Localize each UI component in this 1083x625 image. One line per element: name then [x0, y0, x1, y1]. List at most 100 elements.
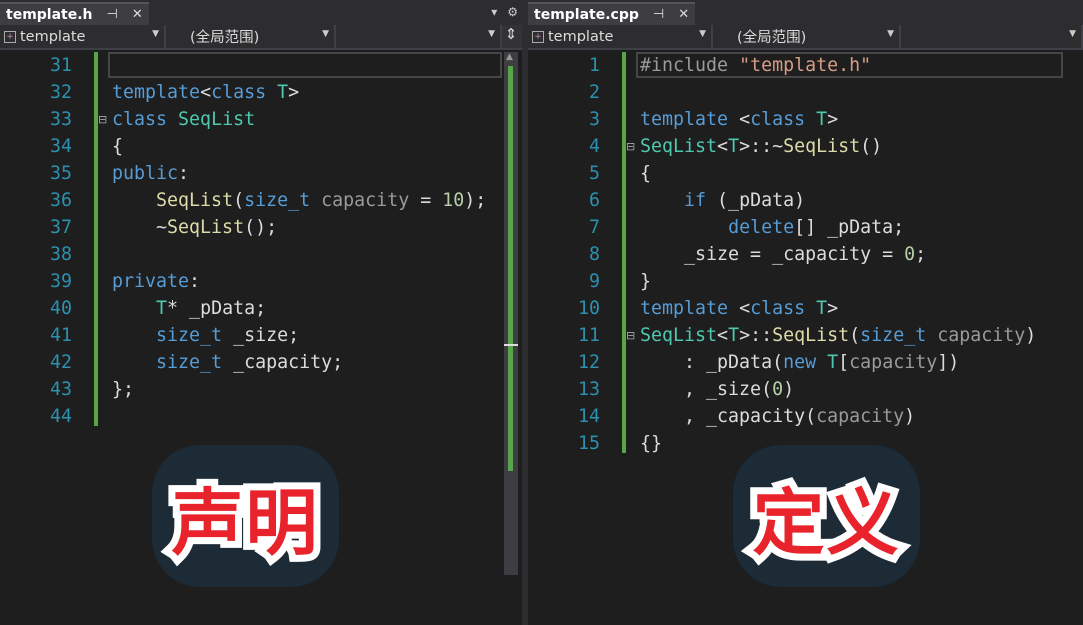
- code-token: [] _pData;: [794, 217, 905, 238]
- code-token: size_t: [244, 190, 311, 211]
- code-token: ~: [112, 217, 168, 238]
- code-token: private: [112, 271, 190, 292]
- close-icon[interactable]: ✕: [678, 7, 689, 22]
- code-text: private:: [112, 268, 200, 295]
- vertical-scrollbar[interactable]: ▲: [504, 52, 518, 575]
- code-text: SeqList<T>::SeqList(size_t capacity): [640, 322, 1036, 349]
- code-text: SeqList<T>::~SeqList(): [640, 133, 882, 160]
- code-token: [: [838, 352, 850, 373]
- code-line: 41 size_t _size;: [0, 322, 522, 349]
- definition-badge: 定义: [733, 445, 920, 587]
- navigation-bar: + template ▼ (全局范围) ▼ ▼ ⇕: [0, 25, 522, 50]
- code-token: >: [827, 109, 839, 130]
- code-text: , _capacity(capacity): [640, 403, 915, 430]
- code-token: ();: [244, 217, 278, 238]
- line-number: 35: [49, 163, 72, 184]
- member-dropdown[interactable]: ▼: [336, 25, 502, 48]
- code-text: #include "template.h": [640, 52, 871, 79]
- code-token: capacity: [816, 406, 905, 427]
- code-text: _size = _capacity = 0;: [640, 241, 926, 268]
- code-line: 4 ⊟ SeqList<T>::~SeqList(): [528, 133, 1083, 160]
- code-token: SeqList: [167, 217, 245, 238]
- code-token: : _pData(: [640, 352, 784, 373]
- code-token: template: [112, 82, 201, 103]
- code-token: (): [860, 136, 883, 157]
- code-token: ): [783, 379, 795, 400]
- code-text: delete[] _pData;: [640, 214, 904, 241]
- chevron-down-icon: ▼: [322, 29, 329, 39]
- code-token: _capacity;: [222, 352, 344, 373]
- dropdown-value: (全局范围): [737, 30, 807, 46]
- scope-dropdown[interactable]: (全局范围) ▼: [713, 25, 901, 48]
- dropdown-value: template: [548, 28, 614, 45]
- scroll-thumb[interactable]: [508, 66, 513, 471]
- scope-dropdown[interactable]: (全局范围) ▼: [166, 25, 336, 48]
- project-icon: +: [4, 30, 16, 43]
- chevron-down-icon: ▼: [152, 29, 159, 39]
- code-text: public:: [112, 160, 189, 187]
- gear-icon[interactable]: ⚙: [507, 5, 518, 19]
- dropdown-value: template: [20, 28, 86, 45]
- line-number: 5: [588, 163, 600, 184]
- code-text: size_t _capacity;: [112, 349, 343, 376]
- project-dropdown[interactable]: + template ▼: [528, 25, 713, 48]
- code-token: delete: [728, 217, 795, 238]
- code-token: >: [827, 298, 839, 319]
- declaration-badge: 声明: [152, 445, 339, 587]
- line-number: 44: [49, 406, 72, 427]
- line-number: 6: [588, 190, 600, 211]
- code-token: T: [816, 109, 828, 130]
- code-text: ~SeqList();: [112, 214, 277, 241]
- chevron-down-icon[interactable]: ▾: [491, 5, 497, 19]
- line-number: 15: [577, 433, 600, 454]
- project-dropdown[interactable]: + template ▼: [0, 25, 166, 48]
- fold-toggle-icon[interactable]: ⊟: [98, 106, 107, 133]
- code-token: size_t: [156, 352, 223, 373]
- code-token: :: [189, 271, 201, 292]
- tab-template-h[interactable]: template.h ⊣ ✕: [0, 2, 149, 25]
- code-token: T: [816, 298, 828, 319]
- tab-template-cpp[interactable]: template.cpp ⊣ ✕: [528, 2, 696, 25]
- close-icon[interactable]: ✕: [132, 7, 143, 22]
- line-number: 10: [577, 298, 600, 319]
- code-token: {: [640, 163, 652, 184]
- code-token: };: [112, 379, 135, 400]
- split-icon[interactable]: ⇕: [502, 25, 520, 48]
- code-token: T: [728, 325, 740, 346]
- code-token: (: [233, 190, 245, 211]
- fold-toggle-icon[interactable]: ⊟: [626, 133, 635, 160]
- member-dropdown[interactable]: ▼: [901, 25, 1083, 48]
- pin-icon[interactable]: ⊣: [107, 7, 118, 22]
- code-line: 40 T* _pData;: [0, 295, 522, 322]
- line-number: 34: [49, 136, 72, 157]
- code-text: {: [112, 133, 123, 160]
- code-line: 3 template <class T>: [528, 106, 1083, 133]
- line-number: 8: [588, 244, 600, 265]
- line-number: 40: [49, 298, 72, 319]
- code-token: >::: [739, 325, 773, 346]
- fold-toggle-icon[interactable]: ⊟: [626, 322, 635, 349]
- code-line: 10 template <class T>: [528, 295, 1083, 322]
- pin-icon[interactable]: ⊣: [653, 7, 664, 22]
- code-line: 44: [0, 403, 522, 430]
- scroll-up-icon[interactable]: ▲: [506, 52, 513, 62]
- code-token: capacity: [321, 190, 410, 211]
- code-token: 0: [904, 244, 916, 265]
- code-token: public: [112, 163, 179, 184]
- code-token: <: [728, 298, 751, 319]
- code-text: template <class T>: [640, 295, 838, 322]
- code-token: T: [156, 298, 168, 319]
- code-text: SeqList(size_t capacity = 10);: [112, 187, 486, 214]
- project-icon: +: [532, 30, 544, 43]
- code-line: 8 _size = _capacity = 0;: [528, 241, 1083, 268]
- code-token: size_t: [156, 325, 223, 346]
- code-token: <: [717, 136, 729, 157]
- code-token: 0: [772, 379, 784, 400]
- code-line: 9}: [528, 268, 1083, 295]
- code-text: : _pData(new T[capacity]): [640, 349, 959, 376]
- code-token: capacity: [849, 352, 938, 373]
- chevron-down-icon: ▼: [1069, 29, 1076, 39]
